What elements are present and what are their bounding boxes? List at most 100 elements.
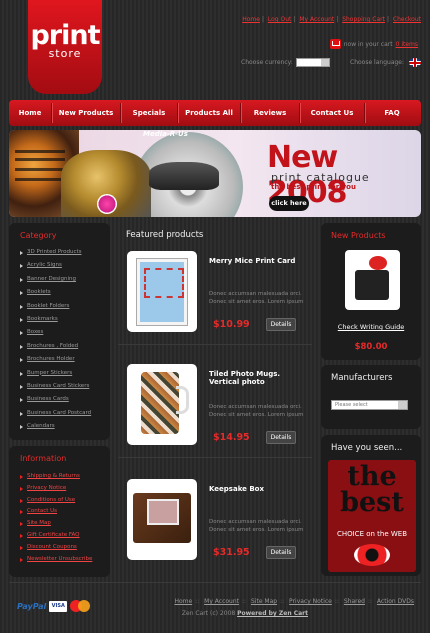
product-price: $31.95 xyxy=(213,547,250,558)
currency-select[interactable] xyxy=(295,58,330,67)
product-desc: Donec accumsan malesuada orci. Donec sit… xyxy=(209,291,304,305)
currency-label: Choose currency: xyxy=(241,59,293,66)
category-item[interactable]: Business Cards xyxy=(20,393,110,406)
language-selector: Choose language: xyxy=(350,58,422,67)
powered-by-link[interactable]: Powered by Zen Cart xyxy=(237,610,308,617)
footer-link-home[interactable]: Home xyxy=(174,598,192,605)
category-item[interactable]: Bookmarks xyxy=(20,313,110,326)
cart-count-link[interactable]: 0 items xyxy=(396,41,418,48)
footer-link-shared[interactable]: Shared xyxy=(344,598,365,605)
store-logo[interactable]: print store xyxy=(28,0,102,94)
toplink-checkout[interactable]: Checkout xyxy=(393,16,421,23)
product-card: Tiled Photo Mugs. Vertical photo Donec a… xyxy=(118,346,312,458)
info-item[interactable]: Privacy Notice xyxy=(20,483,110,495)
promo-banner[interactable]: Media-R-Us New 2008 print catalogue the … xyxy=(9,130,421,217)
product-desc: Donec accumsan malesuada orci. Donec sit… xyxy=(209,404,304,418)
language-label: Choose language: xyxy=(350,59,405,66)
ball-image xyxy=(97,194,117,214)
nav-faq[interactable]: FAQ xyxy=(365,100,419,126)
ad-big-text: the best xyxy=(340,461,404,518)
product-card: Merry Mice Print Card Donec accumsan mal… xyxy=(118,233,312,345)
product-card: Keepsake Box Donec accumsan malesuada or… xyxy=(118,461,312,571)
nav-specials[interactable]: Specials xyxy=(121,100,177,126)
paypal-logo: PayPal xyxy=(17,601,47,611)
cart-status: now in your cart 0 items xyxy=(329,39,418,49)
category-title: Category xyxy=(20,231,57,240)
manufacturers-title: Manufacturers xyxy=(331,373,393,383)
payment-logos: PayPal VISA xyxy=(17,600,91,612)
category-item[interactable]: Booklet Folders xyxy=(20,300,110,313)
category-item[interactable]: Acrylic Signs xyxy=(20,259,110,272)
category-item[interactable]: Brochures Holder xyxy=(20,353,110,366)
info-item[interactable]: Site Map xyxy=(20,518,110,530)
footer-link-dvds[interactable]: Action DVDs xyxy=(377,598,414,605)
product-price: $10.99 xyxy=(213,319,250,330)
nav-home[interactable]: Home xyxy=(9,100,51,126)
category-item[interactable]: Business Card Postcard xyxy=(20,407,110,420)
new-product-name[interactable]: Check Writing Guide xyxy=(321,323,421,331)
page: print store Home | Log Out | My Account | S… xyxy=(0,0,430,633)
nav-new-products[interactable]: New Products xyxy=(52,100,120,126)
nav-contact-us[interactable]: Contact Us xyxy=(300,100,364,126)
details-button[interactable]: Details xyxy=(266,318,296,331)
info-item[interactable]: Conditions of Use xyxy=(20,495,110,507)
info-item[interactable]: Shipping & Returns xyxy=(20,471,110,483)
toplink-logout[interactable]: Log Out xyxy=(268,16,292,23)
info-item[interactable]: Contact Us xyxy=(20,506,110,518)
information-list: Shipping & Returns Privacy Notice Condit… xyxy=(9,463,110,565)
category-list: 3D Printed Products Acrylic Signs Banner… xyxy=(9,240,110,433)
category-panel: Category 3D Printed Products Acrylic Sig… xyxy=(9,223,110,440)
product-desc: Donec accumsan malesuada orci. Donec sit… xyxy=(209,519,304,533)
have-seen-title: Have you seen... xyxy=(331,443,403,453)
details-button[interactable]: Details xyxy=(266,546,296,559)
manufacturer-select[interactable]: Please select xyxy=(331,400,408,410)
category-item[interactable]: Boxes xyxy=(20,326,110,339)
information-title: Information xyxy=(20,454,67,463)
product-thumbnail[interactable] xyxy=(127,479,197,560)
info-item[interactable]: Gift Certificate FAQ xyxy=(20,530,110,542)
footer-link-sitemap[interactable]: Site Map xyxy=(251,598,277,605)
have-you-seen-panel: Have you seen... the best CHOICE on the … xyxy=(321,435,421,576)
new-products-title: New Products xyxy=(331,231,386,240)
footer-link-privacy[interactable]: Privacy Notice xyxy=(289,598,332,605)
product-name[interactable]: Tiled Photo Mugs. Vertical photo xyxy=(209,370,309,386)
currency-selector: Choose currency: xyxy=(241,58,330,67)
manufacturers-panel: Manufacturers Please select xyxy=(321,365,421,429)
nav-reviews[interactable]: Reviews xyxy=(241,100,299,126)
footer-links: Home:: My Account:: Site Map:: Privacy N… xyxy=(174,598,414,605)
category-item[interactable]: Banner Designing xyxy=(20,273,110,286)
info-item[interactable]: Newsletter Unsubscribe xyxy=(20,554,110,566)
toplink-home[interactable]: Home xyxy=(242,16,260,23)
new-product-price: $80.00 xyxy=(354,342,388,352)
product-thumbnail[interactable] xyxy=(127,364,197,445)
footer-divider xyxy=(9,582,421,583)
banner-click-button[interactable]: click here xyxy=(269,196,309,211)
new-products-panel: New Products Check Writing Guide $80.00 xyxy=(321,223,421,360)
ad-small-text: CHOICE on the WEB xyxy=(336,530,408,538)
category-item[interactable]: 3D Printed Products xyxy=(20,246,110,259)
footer-link-account[interactable]: My Account xyxy=(204,598,239,605)
category-item[interactable]: Business Card Stickers xyxy=(20,380,110,393)
product-thumbnail[interactable] xyxy=(127,251,197,332)
info-item[interactable]: Discount Coupons xyxy=(20,542,110,554)
details-button[interactable]: Details xyxy=(266,431,296,444)
category-item[interactable]: Bumper Stickers xyxy=(20,367,110,380)
main-nav: Home New Products Specials Products All … xyxy=(9,100,421,126)
product-name[interactable]: Keepsake Box xyxy=(209,485,309,493)
uk-flag-icon[interactable] xyxy=(409,58,422,67)
category-item[interactable]: Brochures , Folded xyxy=(20,340,110,353)
best-choice-ad[interactable]: the best CHOICE on the WEB xyxy=(328,460,416,572)
category-item[interactable]: Booklets xyxy=(20,286,110,299)
mug-image xyxy=(141,372,189,434)
product-name[interactable]: Merry Mice Print Card xyxy=(209,257,309,265)
toplink-cart[interactable]: Shopping Cart xyxy=(342,16,385,23)
category-item[interactable]: Calendars xyxy=(20,420,110,433)
card-image xyxy=(137,259,187,325)
new-product-thumbnail[interactable] xyxy=(345,250,400,310)
cart-icon[interactable] xyxy=(329,39,341,49)
nav-products-all[interactable]: Products All xyxy=(178,100,240,126)
logo-word: print xyxy=(30,20,100,51)
product-divider xyxy=(118,457,312,458)
toplink-account[interactable]: My Account xyxy=(299,16,334,23)
banner-brand: Media-R-Us xyxy=(143,130,188,138)
